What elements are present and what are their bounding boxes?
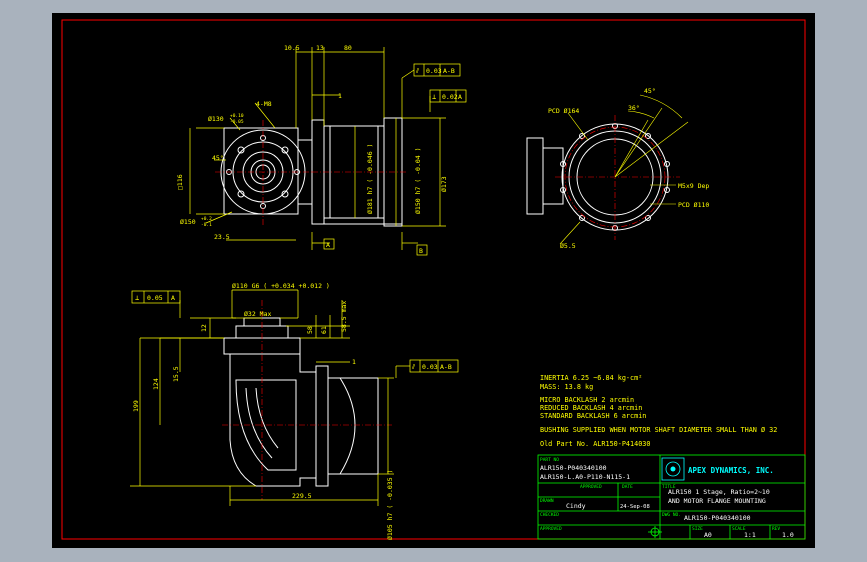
dim-58-5: 58.5 max <box>340 301 348 332</box>
top-fcf-1-symbol: ⫽ <box>415 67 420 75</box>
dim-229-5: 229.5 <box>292 492 312 500</box>
side-angle-45: 45° <box>644 87 656 95</box>
bottom-elbow-housing <box>229 353 317 487</box>
note-micro-backlash: MICRO BACKLASH 2 arcmin <box>540 396 634 404</box>
bottom-fcf-2-ref: A-B <box>440 363 452 371</box>
dim-124: 124 <box>152 378 160 390</box>
top-fcf-1-ref: A-B <box>443 67 455 75</box>
dim-173: Ø173 <box>440 176 448 192</box>
note-reduced-backlash: REDUCED BACKLASH 4 arcmin <box>540 404 642 412</box>
bottom-fcf-1-value: 0.05 <box>147 294 163 302</box>
dim-150: Ø150 <box>180 218 196 226</box>
tb-part-no-label: PART NO <box>540 457 559 463</box>
dim-150-tol-top: +0.2 <box>201 216 212 222</box>
tb-dwg-value: ALR150-P040340100 <box>684 514 751 522</box>
datum-a: A <box>326 241 330 249</box>
dim-181-h7: Ø181 h7 ( -0.046 ) <box>366 144 374 214</box>
side-shaft-block <box>526 137 544 215</box>
dim-130-tol-top: +0.10 <box>230 113 244 119</box>
top-fcf-2-ref: A <box>458 93 462 101</box>
tb-dwg-label: DWG NO. <box>662 512 681 518</box>
tb-approved-label: APPROVED <box>580 484 602 490</box>
tb-date-value: 24-Sep-08 <box>620 504 650 510</box>
dim-80: 80 <box>344 44 352 52</box>
tb-drawn-label: DRAWN <box>540 498 554 504</box>
datum-b: B <box>419 247 423 255</box>
side-pcd-110: PCD Ø110 <box>678 201 709 209</box>
tb-scale-value: 1:1 <box>744 531 756 539</box>
dim-12: 12 <box>200 324 208 332</box>
drawing-sheet: 10.5 13 80 1 4-M8 Ø130 +0.10 -0.05 45° □… <box>52 13 815 548</box>
dim-4-m8: 4-M8 <box>256 100 272 108</box>
bottom-dim-1: 1 <box>352 358 356 366</box>
dim-61: 61 <box>320 326 328 334</box>
dim-116: □116 <box>176 174 184 190</box>
bottom-fcf-1-symbol: ⊥ <box>135 294 139 302</box>
tb-size-label: SIZE <box>692 526 703 532</box>
top-fcf-1-value: 0.03 <box>426 67 442 75</box>
top-fcf-2-value: 0.02 <box>442 93 458 101</box>
dim-45: 45° <box>212 154 224 162</box>
dim-110-g6: Ø110 G6 ( +0.034 +0.012 ) <box>232 282 330 290</box>
top-fcf-2-symbol: ⊥ <box>432 93 436 101</box>
logo <box>661 457 685 481</box>
dim-32: Ø32 Max <box>244 310 271 318</box>
tb-title-1: ALR150 1 Stage, Ratio=2~10 <box>668 488 770 496</box>
side-pcd-164: PCD Ø164 <box>548 107 579 115</box>
dim-13: 13 <box>316 44 324 52</box>
cad-drawing: 10.5 13 80 1 4-M8 Ø130 +0.10 -0.05 45° □… <box>61 19 806 540</box>
tb-approved2-label: APPROVED <box>540 526 562 532</box>
bottom-fcf-1-ref: A <box>171 294 175 302</box>
dim-15-5: 15.5 <box>172 366 180 382</box>
dim-10-5: 10.5 <box>284 44 300 52</box>
dim-150-tol-bot: -0.1 <box>201 222 212 228</box>
note-inertia: INERTIA 6.25 ~6.84 kg-cm² <box>540 374 642 382</box>
bottom-fcf-2-value: 0.03 <box>422 363 438 371</box>
dim-105-h7: Ø105 h7 ( -0.035 ) <box>386 470 394 540</box>
note-standard-backlash: STANDARD BACKLASH 6 arcmin <box>540 412 646 420</box>
bottom-fcf-2-symbol: ⫽ <box>411 363 416 371</box>
note-bushing: BUSHING SUPPLIED WHEN MOTOR SHAFT DIAMET… <box>540 426 777 434</box>
tb-part-no-2: ALR150-L.A0-P110-N115-1 <box>540 473 630 481</box>
dim-130-tol-bot: -0.05 <box>230 119 244 125</box>
dim-1: 1 <box>338 92 342 100</box>
dim-150-h7: Ø150 h7 ( -0.04 ) <box>414 147 422 214</box>
side-m5: M5x9 Dep <box>678 182 709 190</box>
tb-checked-label: CHECKED <box>540 512 559 518</box>
tb-size-value: A0 <box>704 531 712 539</box>
tb-logo-text: APEX DYNAMICS, INC. <box>688 466 774 475</box>
dim-130: Ø130 <box>208 115 224 123</box>
note-old-part: Old Part No. ALR150-P414030 <box>540 440 651 448</box>
bottom-view <box>223 317 379 487</box>
side-angle-36: 36° <box>628 104 640 112</box>
tb-drawn-value: Cindy <box>566 502 586 510</box>
dim-199: 199 <box>132 400 140 412</box>
bottom-output-flange <box>315 365 329 487</box>
tb-rev-label: REV <box>772 526 780 532</box>
note-mass: MASS: 13.8 kg <box>540 383 593 391</box>
dim-23-5: 23.5 <box>214 233 230 241</box>
tb-part-no-1: ALR150-P040340100 <box>540 464 607 472</box>
dim-58: 58 <box>306 326 314 334</box>
tb-date-label: DATE <box>622 484 633 490</box>
tb-rev-value: 1.0 <box>782 531 794 539</box>
side-d-5-5: Ø5.5 <box>560 242 576 250</box>
tb-title-2: AND MOTOR FLANGE MOUNTING <box>668 497 766 505</box>
